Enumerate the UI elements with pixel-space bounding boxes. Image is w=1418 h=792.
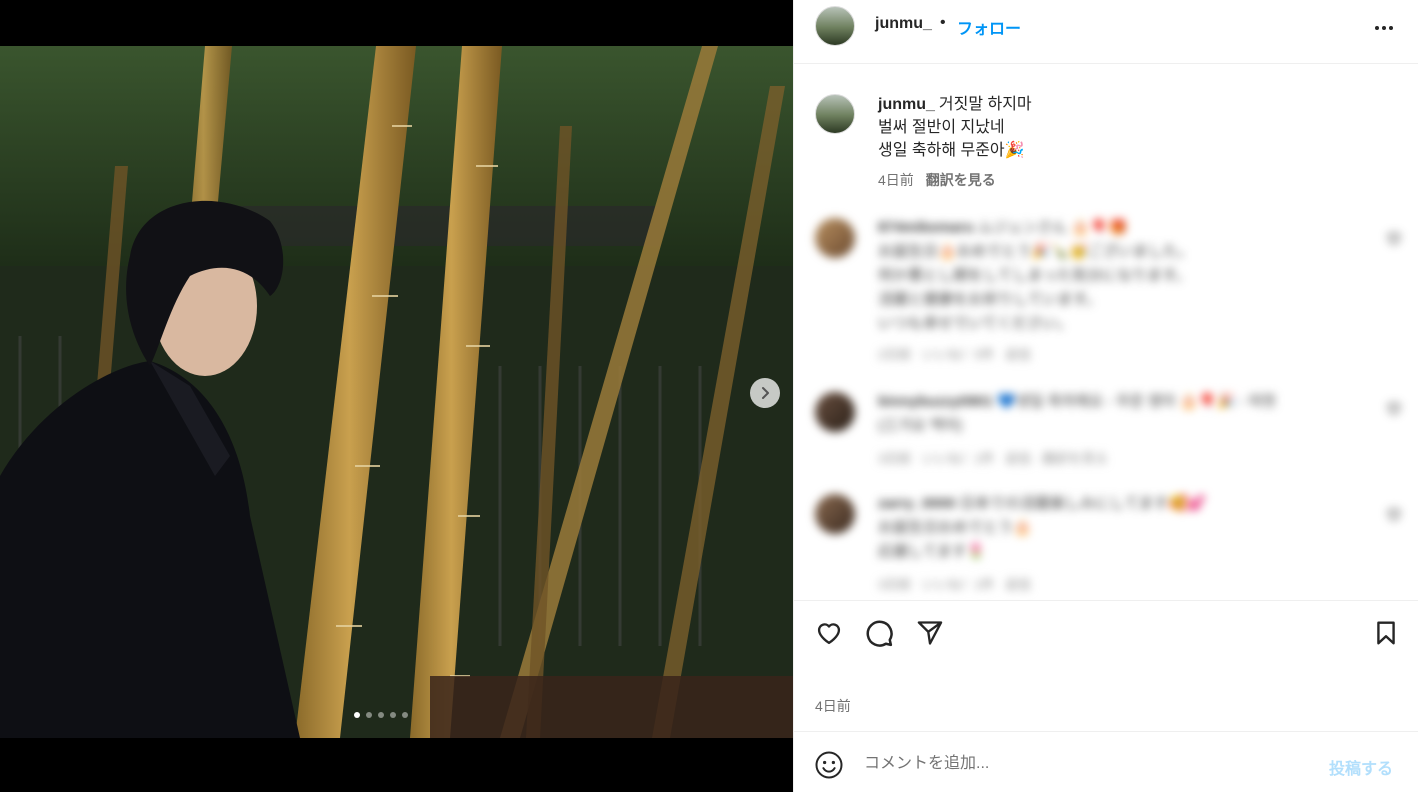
bookmark-icon xyxy=(1377,621,1395,645)
caption: junmu_ 거짓말 하지마 벌써 절반이 지났네 생일 축하해 무준아🎉 xyxy=(878,93,1378,162)
caption-avatar[interactable] xyxy=(815,94,855,134)
heart-icon xyxy=(817,623,841,645)
smiley-icon[interactable] xyxy=(814,750,844,780)
comment-time[interactable]: 3日前 xyxy=(878,451,911,466)
post-modal: junmu_ • フォロー junmu_ 거짓말 하지마 벌써 절반이 지났네 생… xyxy=(0,0,1418,792)
comment-reply[interactable]: 返信 xyxy=(1005,347,1031,362)
comment-icon xyxy=(866,620,893,647)
comment-button[interactable] xyxy=(863,617,895,649)
carousel-dot xyxy=(390,712,396,718)
comment-username[interactable]: binnybuzzy0901 xyxy=(878,393,993,410)
comment-line: いつも幸せでいてください。 xyxy=(878,315,1073,332)
comment-text: 874mikemaru ムジュンさん 🎂🎈🎁 xyxy=(878,216,1127,240)
next-slide-button[interactable] xyxy=(750,378,780,408)
comment-line: 応援してます🌷 xyxy=(878,543,986,560)
carousel-dot xyxy=(402,712,408,718)
comment-meta: 2日前 いいね！5件 返信 xyxy=(878,344,1031,363)
comment-likes[interactable]: いいね！5件 xyxy=(922,347,994,362)
media-pane xyxy=(0,0,793,792)
carousel-dot xyxy=(378,712,384,718)
post-timestamp[interactable]: 4日前 xyxy=(815,696,851,716)
comment-likes[interactable]: いいね！1件 xyxy=(922,577,994,592)
share-button[interactable] xyxy=(914,617,946,649)
caption-meta: 4日前 翻訳を見る xyxy=(878,170,996,190)
post-sidebar: junmu_ • フォロー junmu_ 거짓말 하지마 벌써 절반이 지났네 생… xyxy=(793,0,1418,792)
comment-like-icon[interactable] xyxy=(1386,506,1402,522)
follow-button[interactable]: フォロー xyxy=(957,15,1021,39)
comment-time[interactable]: 2日前 xyxy=(878,347,911,362)
carousel-dot-active xyxy=(354,712,360,718)
comment-like-icon[interactable] xyxy=(1386,230,1402,246)
header-separator: • xyxy=(940,14,946,31)
comment-meta: 3日前 いいね！1件 返信 · 翻訳を見る xyxy=(878,448,1108,467)
comment-input[interactable] xyxy=(864,750,1284,778)
like-button[interactable] xyxy=(813,617,845,649)
caption-line: 생일 축하해 무준아🎉 xyxy=(878,142,1025,159)
avatar[interactable] xyxy=(815,6,855,46)
caption-username[interactable]: junmu_ xyxy=(878,96,935,113)
post-header: junmu_ • フォロー xyxy=(794,0,1418,64)
comment-avatar[interactable] xyxy=(815,392,855,432)
comment-reply[interactable]: 返信 · 翻訳を見る xyxy=(1005,451,1108,466)
comment-line: お誕生日おめでとう🎂 xyxy=(878,519,1032,536)
post-photo[interactable] xyxy=(0,46,793,738)
comment-likes[interactable]: いいね！1件 xyxy=(922,451,994,466)
carousel-indicator xyxy=(354,712,408,718)
carousel-dot xyxy=(366,712,372,718)
comment-line: 活躍と健康をお祈りしています。 xyxy=(878,291,1102,308)
post-comment-button[interactable]: 投稿する xyxy=(1329,755,1393,779)
caption-time[interactable]: 4日前 xyxy=(878,172,914,188)
comment-avatar[interactable] xyxy=(815,494,855,534)
comment-text: zarry_0000 日本での活躍楽しみにしてます🥰💕 xyxy=(878,492,1206,516)
caption-line: 벌써 절반이 지났네 xyxy=(878,119,1005,136)
comments-list: 874mikemaru ムジュンさん 🎂🎈🎁 お誕生日🎂おめでとう🎉🍾🥳ございま… xyxy=(794,210,1418,600)
photo-bamboo-portrait xyxy=(0,46,793,738)
caption-line: 거짓말 하지마 xyxy=(938,96,1032,113)
comment-line: お誕生日🎂おめでとう🎉🍾🥳ございました。 xyxy=(878,243,1193,260)
save-button[interactable] xyxy=(1370,617,1402,649)
comment-meta: 3日前 いいね！1件 返信 xyxy=(878,574,1031,593)
comment-composer: 投稿する xyxy=(794,731,1418,792)
translate-link[interactable]: 翻訳を見る xyxy=(926,172,996,188)
comment-line: 何か悪とし期をしてしまった気分になります。 xyxy=(878,267,1191,284)
comment-time[interactable]: 3日前 xyxy=(878,577,911,592)
comment-username[interactable]: zarry_0000 xyxy=(878,495,956,512)
comment-line: (三가요 액어) xyxy=(878,417,963,434)
more-options-button[interactable] xyxy=(1372,18,1396,38)
comment-line: 💙생일 축하해요 - 무준 영아 🎂🎈🎉 - 따뜻 xyxy=(997,393,1277,410)
comment-username[interactable]: 874mikemaru xyxy=(878,219,974,236)
more-horizontal-icon xyxy=(1375,26,1379,30)
chevron-right-icon xyxy=(762,387,769,399)
action-bar xyxy=(794,600,1418,664)
comment-text: binnybuzzy0901 💙생일 축하해요 - 무준 영아 🎂🎈🎉 - 따뜻 xyxy=(878,390,1277,414)
header-username[interactable]: junmu_ xyxy=(875,15,932,33)
comment-line: 日本での活躍楽しみにしてます🥰💕 xyxy=(959,495,1206,512)
comment-avatar[interactable] xyxy=(815,218,855,258)
comment-reply[interactable]: 返信 xyxy=(1005,577,1031,592)
comment-like-icon[interactable] xyxy=(1386,400,1402,416)
comment-line: ムジュンさん 🎂🎈🎁 xyxy=(978,219,1128,236)
share-icon xyxy=(917,621,943,645)
